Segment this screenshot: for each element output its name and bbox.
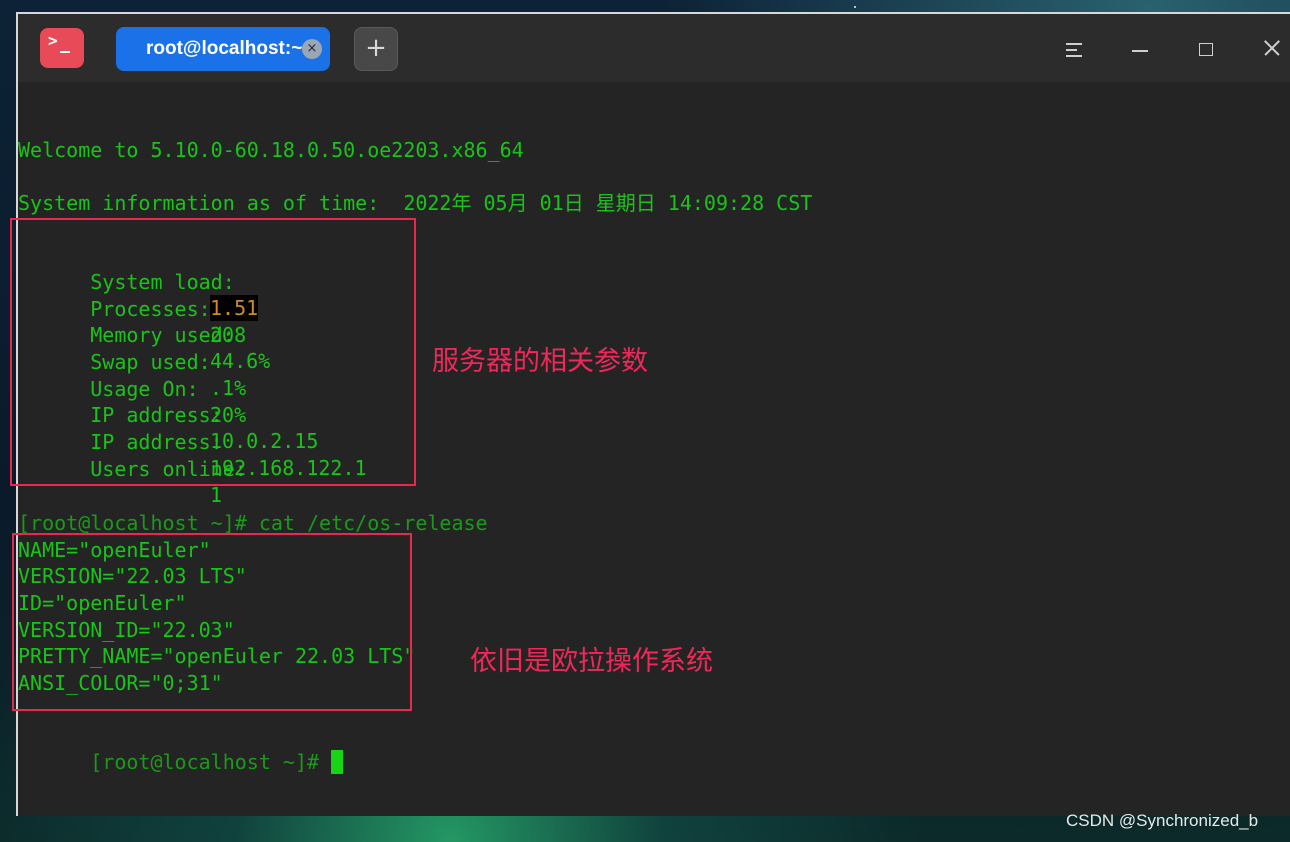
prompt-glyph-icon: > xyxy=(48,31,58,50)
minimize-icon[interactable] xyxy=(1126,34,1154,62)
prompt-text: [root@localhost ~]# xyxy=(90,750,332,774)
title-bar[interactable]: > root@localhost:~ × + xyxy=(18,14,1290,82)
server-params-annotation: 服务器的相关参数 xyxy=(432,346,648,377)
shell-prompt[interactable]: [root@localhost ~]# xyxy=(18,723,344,774)
maximize-icon[interactable] xyxy=(1192,34,1220,62)
csdn-watermark: CSDN @Synchronized_b xyxy=(1066,811,1259,830)
menu-icon[interactable] xyxy=(1060,34,1088,62)
tab-root-localhost[interactable]: root@localhost:~ × xyxy=(116,27,330,71)
tab-close-icon[interactable]: × xyxy=(302,39,322,59)
text-cursor xyxy=(331,750,344,774)
os-release-highlight-box xyxy=(12,533,412,711)
close-icon[interactable] xyxy=(1258,34,1286,62)
terminal-app-icon[interactable]: > xyxy=(40,28,84,68)
server-params-highlight-box xyxy=(10,218,416,486)
os-annotation: 依旧是欧拉操作系统 xyxy=(470,646,713,677)
star-decoration xyxy=(854,6,856,8)
sysinfo-line: System information as of time: 2022年 05月… xyxy=(18,191,813,215)
welcome-line: Welcome to 5.10.0-60.18.0.50.oe2203.x86_… xyxy=(18,138,524,162)
tab-label: root@localhost:~ xyxy=(146,38,302,59)
new-tab-button[interactable]: + xyxy=(354,27,398,71)
